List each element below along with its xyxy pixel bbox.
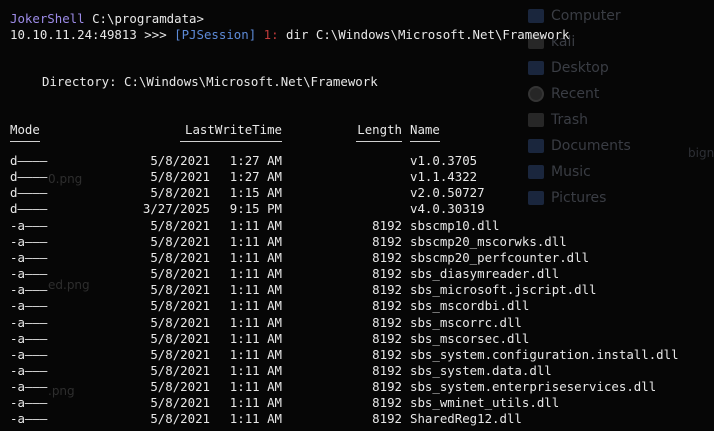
cell-length: 8192 (372, 298, 402, 313)
command-line[interactable]: 10.10.11.24:49813 >>> [PJSession] 1: dir… (10, 27, 570, 43)
cell-mode: -a——— (10, 298, 48, 313)
cell-date: 5/8/2021 (150, 266, 210, 281)
cell-name: sbs_wminet_utils.dll (410, 395, 560, 410)
cell-date: 5/8/2021 (150, 282, 210, 297)
cell-date: 5/8/2021 (150, 315, 210, 330)
cell-time: 1:11 AM (229, 347, 282, 362)
cell-mode: -a——— (10, 379, 48, 394)
cell-length: 8192 (372, 411, 402, 426)
cell-mode: d———— (10, 169, 48, 184)
cell-date: 5/8/2021 (150, 363, 210, 378)
cell-name: v2.0.50727 (410, 185, 485, 200)
cell-length: 8192 (372, 379, 402, 394)
directory-line: Directory: C:\Windows\Microsoft.Net\Fram… (42, 74, 378, 89)
command-text: dir C:\Windows\Microsoft.Net\Framework (286, 27, 570, 42)
cell-mode: -a——— (10, 331, 48, 346)
cell-name: sbs_system.enterpriseservices.dll (410, 379, 657, 394)
cell-time: 1:11 AM (229, 395, 282, 410)
cell-time: 1:27 AM (229, 153, 282, 168)
column-header-name: Name (410, 122, 440, 137)
cell-time: 1:11 AM (229, 411, 282, 426)
cell-date: 5/8/2021 (150, 250, 210, 265)
prompt-line: JokerShell C:\programdata> (10, 11, 204, 27)
cell-date: 5/8/2021 (150, 379, 210, 394)
cell-date: 3/27/2025 (142, 201, 210, 216)
cell-length: 8192 (372, 234, 402, 249)
cell-date: 5/8/2021 (150, 153, 210, 168)
separator-length (356, 141, 402, 142)
session-index: 1: (263, 27, 279, 42)
cell-mode: -a——— (10, 347, 48, 362)
cell-time: 1:11 AM (229, 298, 282, 313)
cell-date: 5/8/2021 (150, 169, 210, 184)
prompt-path: C:\programdata> (92, 11, 204, 26)
cell-mode: -a——— (10, 266, 48, 281)
cell-time: 1:11 AM (229, 363, 282, 378)
cell-time: 1:15 AM (229, 185, 282, 200)
cell-mode: d———— (10, 201, 48, 216)
cell-mode: -a——— (10, 395, 48, 410)
cell-name: v4.0.30319 (410, 201, 485, 216)
cell-date: 5/8/2021 (150, 411, 210, 426)
cell-name: sbs_system.configuration.install.dll (410, 347, 679, 362)
cell-name: sbs_mscorsec.dll (410, 331, 530, 346)
separator-lastwritetime (180, 141, 282, 142)
cell-length: 8192 (372, 266, 402, 281)
cell-name: sbscmp10.dll (410, 218, 500, 233)
cell-date: 5/8/2021 (150, 347, 210, 362)
cell-length: 8192 (372, 395, 402, 410)
cell-name: sbs_mscorrc.dll (410, 315, 522, 330)
terminal-window[interactable]: JokerShell C:\programdata> 10.10.11.24:4… (0, 0, 714, 431)
cell-mode: -a——— (10, 411, 48, 426)
cell-length: 8192 (372, 218, 402, 233)
cell-mode: -a——— (10, 234, 48, 249)
separator-name (410, 141, 440, 142)
cell-mode: -a——— (10, 250, 48, 265)
cell-length: 8192 (372, 347, 402, 362)
cell-date: 5/8/2021 (150, 395, 210, 410)
cell-time: 1:11 AM (229, 331, 282, 346)
cell-length: 8192 (372, 363, 402, 378)
cell-length: 8192 (372, 315, 402, 330)
cell-date: 5/8/2021 (150, 218, 210, 233)
cell-name: sbs_mscordbi.dll (410, 298, 530, 313)
cell-name: sbscmp20_perfcounter.dll (410, 250, 590, 265)
cell-date: 5/8/2021 (150, 298, 210, 313)
cell-name: sbs_diasymreader.dll (410, 266, 560, 281)
cell-mode: d———— (10, 185, 48, 200)
cell-mode: -a——— (10, 282, 48, 297)
session-tag: [PJSession] (174, 27, 257, 42)
cell-length: 8192 (372, 331, 402, 346)
cell-date: 5/8/2021 (150, 185, 210, 200)
prompt-address: 10.10.11.24:49813 >>> (10, 27, 167, 42)
cell-mode: d———— (10, 153, 48, 168)
cell-mode: -a——— (10, 218, 48, 233)
column-header-lastwritetime: LastWriteTime (185, 122, 282, 137)
cell-time: 1:11 AM (229, 218, 282, 233)
cell-time: 9:15 PM (229, 201, 282, 216)
column-header-mode: Mode (10, 122, 40, 137)
cell-time: 1:11 AM (229, 379, 282, 394)
cell-name: sbscmp20_mscorwks.dll (410, 234, 567, 249)
cell-time: 1:11 AM (229, 315, 282, 330)
cell-time: 1:27 AM (229, 169, 282, 184)
cell-mode: -a——— (10, 363, 48, 378)
separator-mode (10, 141, 40, 142)
cell-name: v1.1.4322 (410, 169, 478, 184)
cell-name: SharedReg12.dll (410, 411, 522, 426)
cell-name: sbs_microsoft.jscript.dll (410, 282, 597, 297)
cell-time: 1:11 AM (229, 282, 282, 297)
column-header-length: Length (357, 122, 402, 137)
cell-time: 1:11 AM (229, 250, 282, 265)
cell-time: 1:11 AM (229, 266, 282, 281)
cell-date: 5/8/2021 (150, 331, 210, 346)
cell-time: 1:11 AM (229, 234, 282, 249)
cell-date: 5/8/2021 (150, 234, 210, 249)
cell-length: 8192 (372, 282, 402, 297)
cell-name: v1.0.3705 (410, 153, 478, 168)
cell-length: 8192 (372, 250, 402, 265)
cell-name: sbs_system.data.dll (410, 363, 552, 378)
cell-mode: -a——— (10, 315, 48, 330)
prompt-user: JokerShell (10, 11, 85, 26)
